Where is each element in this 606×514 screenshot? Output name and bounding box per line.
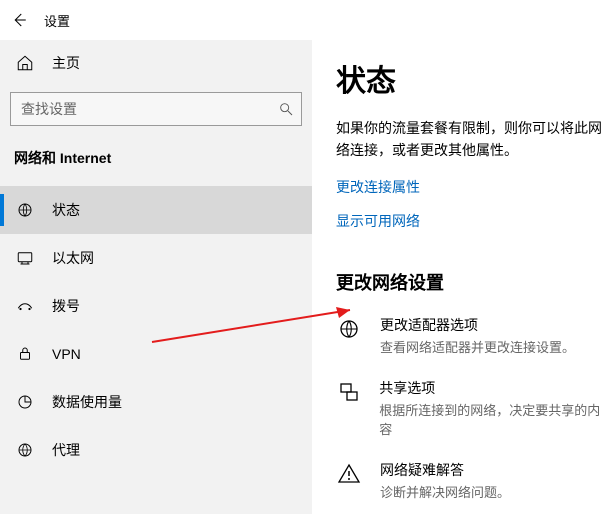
sidebar-item-status[interactable]: 状态 [0,186,312,234]
option-title: 共享选项 [379,378,606,398]
page-title: 状态 [336,56,606,100]
sidebar-item-proxy[interactable]: 代理 [0,426,312,474]
sidebar-item-vpn[interactable]: VPN [0,330,312,378]
option-title: 更改适配器选项 [380,315,575,335]
status-icon [16,201,34,219]
window-title: 设置 [44,11,70,30]
search-icon [278,101,294,117]
sidebar-section-title: 网络和 Internet [0,136,312,178]
sidebar-item-label: 代理 [52,440,80,460]
sidebar-item-label: VPN [52,346,81,362]
option-sharing[interactable]: 共享选项 根据所连接到的网络，决定要共享的内容 [336,378,606,438]
search-box[interactable] [10,92,302,126]
datausage-icon [16,393,34,411]
sidebar-item-datausage[interactable]: 数据使用量 [0,378,312,426]
option-desc: 诊断并解决网络问题。 [380,482,510,501]
search-input[interactable] [10,92,302,126]
section-heading: 更改网络设置 [336,269,606,295]
sidebar: 主页 网络和 Internet 状态 以太网 [0,40,312,514]
sidebar-home-label: 主页 [52,53,80,73]
vpn-icon [16,345,34,363]
ethernet-icon [16,249,34,267]
option-troubleshoot[interactable]: 网络疑难解答 诊断并解决网络问题。 [336,460,606,501]
back-button[interactable] [8,9,30,31]
dialup-icon [16,299,34,313]
sidebar-item-dialup[interactable]: 拨号 [0,282,312,330]
link-change-connection[interactable]: 更改连接属性 [336,177,420,197]
status-description: 如果你的流量套餐有限制，则你可以将此网络连接，或者更改其他属性。 [336,118,606,161]
option-title: 网络疑难解答 [380,460,510,480]
warning-icon [336,462,362,501]
proxy-icon [16,441,34,459]
home-icon [16,54,34,72]
arrow-left-icon [10,11,28,29]
sidebar-home[interactable]: 主页 [0,40,312,86]
option-adapter[interactable]: 更改适配器选项 查看网络适配器并更改连接设置。 [336,315,606,356]
option-desc: 查看网络适配器并更改连接设置。 [380,337,575,356]
sharing-icon [336,380,361,438]
sidebar-item-label: 以太网 [52,248,94,268]
adapter-icon [336,317,362,356]
option-desc: 根据所连接到的网络，决定要共享的内容 [379,400,606,438]
sidebar-item-label: 状态 [52,200,80,220]
link-show-networks[interactable]: 显示可用网络 [336,211,420,231]
sidebar-item-label: 数据使用量 [52,392,122,412]
sidebar-item-ethernet[interactable]: 以太网 [0,234,312,282]
main-panel: 状态 如果你的流量套餐有限制，则你可以将此网络连接，或者更改其他属性。 更改连接… [312,40,606,514]
sidebar-item-label: 拨号 [52,296,80,316]
